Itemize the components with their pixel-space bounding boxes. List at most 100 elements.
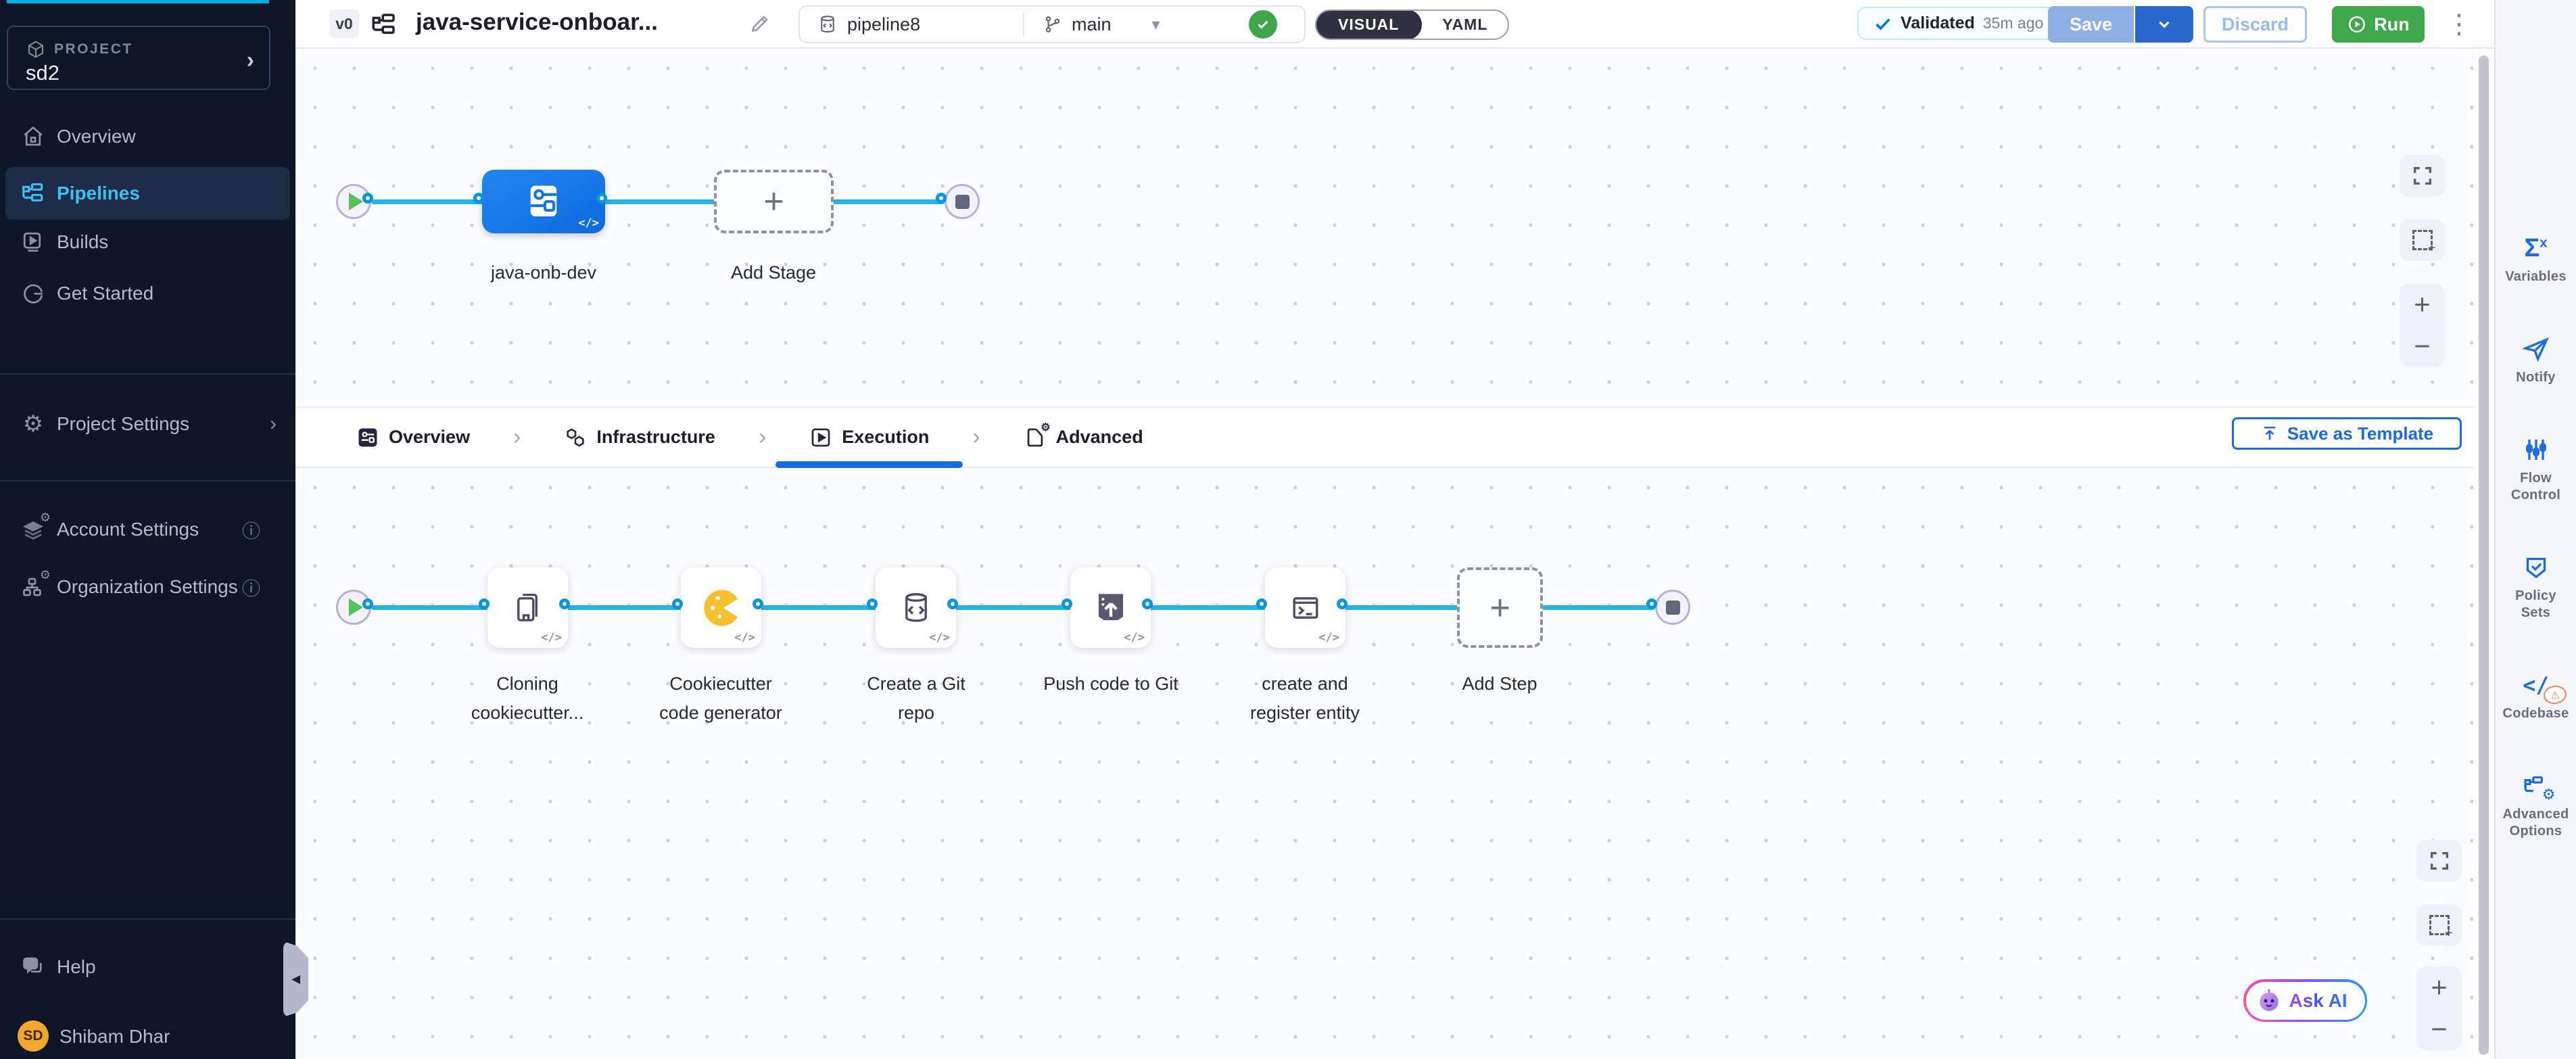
connector-port[interactable] (867, 598, 878, 609)
tab-label: Execution (842, 427, 929, 448)
connector-port[interactable] (362, 193, 373, 204)
help-chat-icon: ? (20, 954, 46, 980)
connector-port[interactable] (753, 598, 763, 609)
pipeline-end-node[interactable] (945, 184, 980, 219)
palette-item-variables[interactable]: Σx Variables (2499, 233, 2573, 285)
palette-item-policy-sets[interactable]: Policy Sets (2499, 552, 2573, 621)
add-step-button[interactable]: + (1457, 567, 1543, 648)
zoom-out-button[interactable]: − (2431, 1015, 2448, 1043)
connector-port[interactable] (479, 598, 490, 609)
code-glyph: </> (1318, 631, 1339, 644)
run-button[interactable]: Run (2332, 6, 2425, 43)
edit-pencil-icon[interactable] (748, 12, 771, 35)
toggle-yaml[interactable]: YAML (1422, 16, 1508, 34)
sidebar-item-project-settings[interactable]: ⚙ Project Settings › (0, 400, 295, 448)
connector-port[interactable] (1646, 598, 1657, 609)
save-as-template-label: Save as Template (2287, 423, 2433, 444)
kebab-menu-icon[interactable]: ⋮ (2446, 7, 2473, 42)
zoom-out-button[interactable]: − (2414, 332, 2431, 360)
toggle-visual[interactable]: VISUAL (1315, 9, 1422, 40)
info-icon[interactable]: ⓘ (242, 517, 260, 543)
step-node-create-register-entity[interactable]: </> (1265, 567, 1345, 648)
discard-button[interactable]: Discard (2203, 6, 2307, 43)
execution-canvas[interactable]: </> Cloning cookiecutter... </> Cookiecu… (295, 468, 2473, 1059)
canvas-select-button[interactable] (2416, 904, 2462, 946)
infrastructure-tab-icon (564, 426, 587, 449)
step-node-cloning-cookiecutter[interactable]: </> (487, 567, 568, 648)
connector-port[interactable] (1142, 598, 1153, 609)
project-name: sd2 (26, 61, 59, 85)
save-dropdown-button[interactable] (2135, 6, 2193, 43)
sidebar-item-pipelines[interactable]: Pipelines (5, 167, 290, 220)
info-icon[interactable]: ⓘ (242, 574, 260, 601)
validated-status-badge[interactable]: Validated 35m ago (1857, 7, 2059, 40)
sidebar-item-help[interactable]: ? Help (0, 943, 295, 991)
chevron-down-icon: ▾ (1152, 15, 1160, 34)
code-glyph: </> (578, 216, 599, 230)
sidebar-item-label: Pipelines (57, 183, 140, 204)
gear-icon: ⚙ (20, 411, 46, 437)
vertical-scrollbar[interactable] (2473, 49, 2494, 1059)
sidebar-item-builds[interactable]: Builds (0, 218, 295, 266)
execution-end-node[interactable] (1655, 590, 1690, 625)
sidebar-item-organization-settings[interactable]: ⚙ Organization Settings ⓘ (0, 563, 295, 611)
tab-advanced[interactable]: ⚙ Advanced (1017, 406, 1150, 468)
stage-connector-line (371, 199, 945, 204)
sidebar-item-overview[interactable]: Overview (0, 113, 295, 160)
get-started-icon (20, 281, 46, 306)
branch-selector[interactable]: main ▾ (1024, 14, 1247, 35)
tab-label: Overview (389, 427, 470, 448)
builds-icon (20, 229, 46, 255)
canvas-fullscreen-button[interactable] (2416, 840, 2462, 882)
validated-time: 35m ago (1983, 14, 2044, 32)
repo-selector[interactable]: pipeline8 (800, 14, 1023, 35)
avatar[interactable]: SD (18, 1020, 49, 1052)
marquee-select-icon (2429, 915, 2450, 935)
palette-item-codebase[interactable]: </ ⚠ Codebase (2499, 670, 2573, 722)
connector-port[interactable] (1337, 598, 1347, 609)
user-profile[interactable]: SD Shibam Dhar (0, 1018, 295, 1058)
connector-port[interactable] (559, 598, 570, 609)
tab-execution[interactable]: Execution (803, 406, 936, 468)
connector-port[interactable] (947, 598, 958, 609)
palette-item-advanced-options[interactable]: ⚙ Advanced Options (2499, 771, 2573, 840)
palette-item-flow-control[interactable]: Flow Control (2499, 435, 2573, 504)
save-as-template-button[interactable]: Save as Template (2232, 417, 2462, 450)
step-node-create-git-repo[interactable]: </> (876, 567, 956, 648)
sidebar-item-get-started[interactable]: Get Started (0, 270, 295, 317)
tab-overview[interactable]: Overview (350, 406, 477, 468)
source-selector-group: pipeline8 main ▾ (798, 5, 1306, 43)
step-node-cookiecutter-generator[interactable]: </> (681, 567, 761, 648)
connector-port[interactable] (1062, 598, 1072, 609)
gear-icon: ⚙ (2542, 786, 2556, 803)
zoom-in-button[interactable]: + (2414, 290, 2431, 319)
palette-item-notify[interactable]: Notify (2499, 334, 2573, 386)
connector-port[interactable] (596, 193, 607, 204)
save-split-button: Save (2048, 6, 2193, 43)
svg-text:?: ? (28, 959, 33, 968)
run-play-icon (2347, 14, 2367, 34)
connector-port[interactable] (672, 598, 683, 609)
tab-infrastructure[interactable]: Infrastructure (557, 406, 722, 468)
canvas-select-button[interactable] (2400, 219, 2445, 261)
add-stage-button[interactable]: + (714, 170, 834, 233)
step-label: Create a Git repo (849, 669, 984, 728)
scrollbar-thumb[interactable] (2479, 55, 2489, 1055)
connector-port[interactable] (936, 193, 947, 204)
tab-label: Advanced (1056, 427, 1143, 448)
repository-icon (817, 14, 838, 34)
sidebar-item-account-settings[interactable]: ⚙ Account Settings ⓘ (0, 506, 295, 553)
project-selector[interactable]: PROJECT sd2 › (7, 26, 270, 90)
step-node-push-code-to-git[interactable]: </> (1070, 567, 1151, 648)
connector-port[interactable] (362, 598, 373, 609)
save-button[interactable]: Save (2048, 6, 2134, 43)
connector-port[interactable] (1256, 598, 1267, 609)
connector-port[interactable] (473, 193, 484, 204)
stage-node-java-onb-dev[interactable]: </> (482, 170, 605, 233)
stage-canvas[interactable]: </> java-onb-dev + Add Stage + − (295, 49, 2473, 406)
start-play-icon (349, 193, 363, 210)
zoom-in-button[interactable]: + (2431, 973, 2448, 1002)
ask-ai-button[interactable]: Ask AI (2243, 979, 2367, 1022)
add-step-label: Add Step (1432, 669, 1567, 699)
canvas-fullscreen-button[interactable] (2400, 155, 2445, 197)
